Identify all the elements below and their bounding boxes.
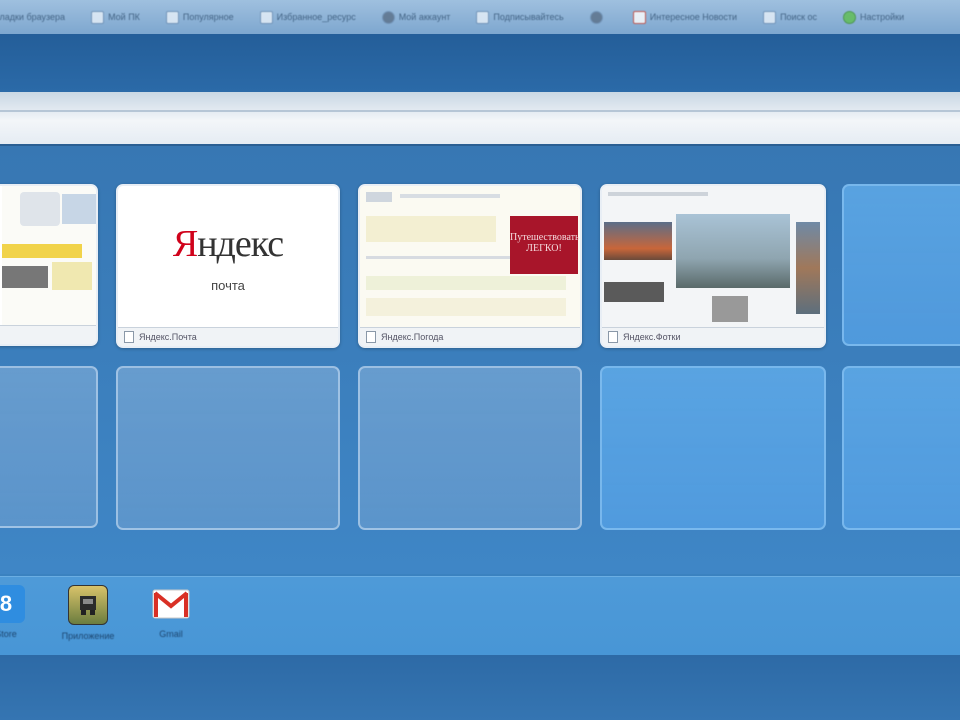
bookmark-label: Мой ПК bbox=[108, 12, 140, 22]
promo-banner: Путешествовать ЛЕГКО! bbox=[510, 216, 580, 274]
address-bar[interactable] bbox=[0, 92, 960, 146]
bookmark-item[interactable]: Мой ПК bbox=[83, 5, 148, 29]
speed-dial-tile-yandex-mail[interactable]: Яндекс почта Яндекс.Почта bbox=[116, 184, 340, 348]
bookmark-item[interactable]: Подписывайтесь bbox=[468, 5, 571, 29]
bookmark-label: Закладки браузера bbox=[0, 12, 66, 22]
bookmark-item[interactable]: Избранное_ресурс bbox=[252, 5, 364, 29]
shield-icon bbox=[589, 10, 603, 24]
toolbar-band bbox=[0, 34, 960, 92]
speed-dial-empty-slot[interactable] bbox=[842, 366, 960, 530]
dock-app-label: Приложение bbox=[61, 631, 115, 641]
bookmark-label: Популярное bbox=[182, 12, 234, 22]
bookmark-item[interactable]: Поиск ос bbox=[755, 5, 825, 29]
yandex-mail-subtitle: почта bbox=[211, 278, 245, 293]
bookmark-item[interactable]: Настройки bbox=[835, 5, 912, 29]
footer-band bbox=[0, 655, 960, 720]
tile-caption bbox=[0, 325, 96, 344]
speed-dial-empty-slot[interactable] bbox=[842, 184, 960, 346]
page-icon bbox=[366, 331, 376, 343]
speed-dial-tile[interactable] bbox=[0, 184, 98, 346]
dock-app-label: Gmail bbox=[159, 629, 183, 639]
app-store-icon: 8 bbox=[0, 585, 25, 623]
tile-caption: Яндекс.Погода bbox=[360, 327, 580, 346]
green-icon bbox=[843, 10, 857, 24]
address-divider bbox=[0, 110, 960, 112]
bookmark-item[interactable]: Популярное bbox=[158, 5, 242, 29]
pdf-icon bbox=[632, 10, 646, 24]
tile-caption: Яндекс.Почта bbox=[118, 327, 338, 346]
site-thumbnail bbox=[602, 186, 824, 328]
tile-caption-text: Яндекс.Фотки bbox=[623, 332, 681, 342]
bookmark-item[interactable]: Мой аккаунт bbox=[374, 5, 459, 29]
page-icon bbox=[763, 10, 777, 24]
tile-caption-text: Яндекс.Погода bbox=[381, 332, 444, 342]
bookmark-label: Избранное_ресурс bbox=[276, 12, 356, 22]
page-icon bbox=[124, 331, 134, 343]
bookmark-item[interactable]: Закладки браузера bbox=[0, 5, 73, 29]
bookmark-item[interactable]: Интересное Новости bbox=[625, 5, 745, 29]
speed-dial-tile-photos[interactable]: Яндекс.Фотки bbox=[600, 184, 826, 348]
pen-icon bbox=[476, 10, 490, 24]
bookmarks-bar: Закладки браузера Мой ПК Популярное Избр… bbox=[0, 0, 960, 35]
apps-dock: 8 Store Приложение Gmail bbox=[0, 576, 960, 655]
dock-app-gmail[interactable]: Gmail bbox=[141, 585, 201, 639]
bookmark-label: Мой аккаунт bbox=[398, 12, 451, 22]
globe-icon bbox=[381, 10, 395, 24]
game-icon bbox=[68, 585, 108, 625]
speed-dial-empty-slot[interactable] bbox=[0, 366, 98, 528]
page-icon bbox=[91, 10, 105, 24]
bookmark-item[interactable] bbox=[582, 5, 615, 29]
site-thumbnail: Путешествовать ЛЕГКО! bbox=[360, 186, 580, 328]
tile-caption: Яндекс.Фотки bbox=[602, 327, 824, 346]
dock-app-store[interactable]: 8 Store bbox=[0, 585, 36, 639]
speed-dial-grid: Яндекс почта Яндекс.Почта Путешествовать… bbox=[0, 146, 960, 574]
tile-caption-text: Яндекс.Почта bbox=[139, 332, 197, 342]
page-icon bbox=[165, 10, 179, 24]
page-icon bbox=[259, 10, 273, 24]
dock-app-game[interactable]: Приложение bbox=[58, 585, 118, 641]
bookmark-label: Поиск ос bbox=[780, 12, 818, 22]
speed-dial-empty-slot[interactable] bbox=[358, 366, 582, 530]
speed-dial-empty-slot[interactable] bbox=[600, 366, 826, 530]
site-thumbnail bbox=[2, 186, 96, 330]
speed-dial-tile-weather[interactable]: Путешествовать ЛЕГКО! Яндекс.Погода bbox=[358, 184, 582, 348]
yandex-logo: Яндекс bbox=[172, 223, 284, 265]
page-icon bbox=[608, 331, 618, 343]
bookmark-label: Подписывайтесь bbox=[493, 12, 564, 22]
speed-dial-empty-slot[interactable] bbox=[116, 366, 340, 530]
dock-app-label: Store bbox=[0, 629, 17, 639]
bookmark-label: Настройки bbox=[860, 12, 905, 22]
gmail-icon bbox=[152, 585, 190, 623]
bookmark-label: Интересное Новости bbox=[649, 12, 738, 22]
